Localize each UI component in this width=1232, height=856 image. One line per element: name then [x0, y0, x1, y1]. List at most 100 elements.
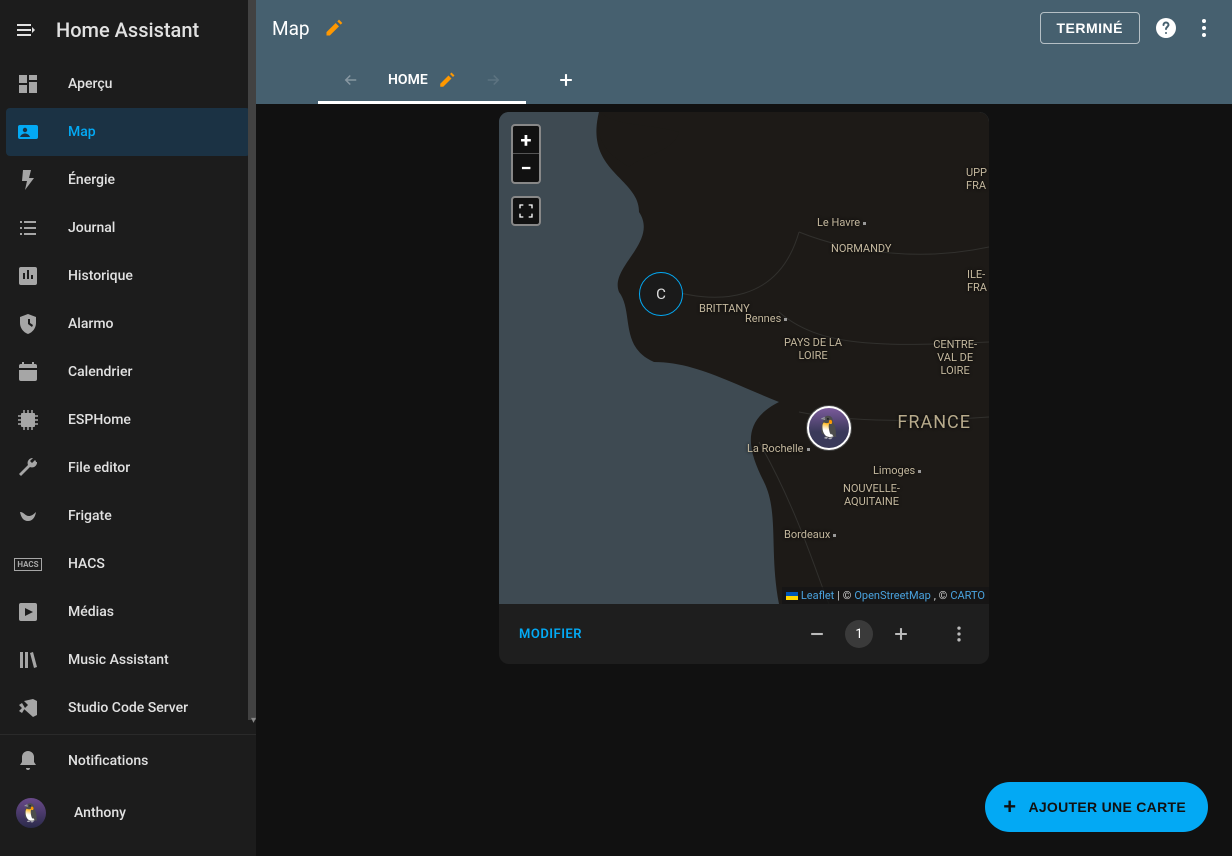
map-label: PAYS DE LA LOIRE — [784, 336, 842, 362]
sidebar-header: Home Assistant — [0, 0, 256, 60]
card-more-icon[interactable] — [949, 624, 969, 644]
map-label: FRANCE — [897, 412, 971, 433]
sidebar-item-label: Studio Code Server — [68, 700, 188, 716]
sidebar-item-label: Journal — [68, 220, 115, 236]
tab-home[interactable]: HOME — [378, 56, 466, 104]
sidebar-item-label: Map — [68, 124, 96, 140]
zoom-out-button[interactable]: − — [513, 154, 539, 182]
map-label: NORMANDY — [831, 242, 892, 255]
sidebar-item-studiocode[interactable]: Studio Code Server — [0, 684, 256, 732]
map-label: ILE- FRA — [967, 268, 987, 294]
bell-icon — [16, 749, 40, 773]
app-title: Home Assistant — [56, 18, 199, 42]
sidebar-item-label: File editor — [68, 460, 130, 476]
sidebar-footer: Notifications 🐧 Anthony — [0, 734, 256, 856]
map-city-label: Limoges — [873, 464, 921, 477]
chip-icon — [16, 408, 40, 432]
tab-label: HOME — [388, 72, 428, 88]
position-increment-button[interactable] — [891, 624, 911, 644]
osm-link[interactable]: OpenStreetMap — [854, 589, 930, 602]
library-icon — [16, 648, 40, 672]
main-panel: Map TERMINÉ HOME — [256, 0, 1232, 856]
sidebar-user-name: Anthony — [74, 805, 126, 821]
map-label: CENTRE- VAL DE LOIRE — [933, 338, 977, 377]
sidebar-item-label: Music Assistant — [68, 652, 169, 668]
sidebar-item-apercu[interactable]: Aperçu — [0, 60, 256, 108]
map-label: UPP FRA — [966, 166, 987, 192]
sidebar-item-notifications[interactable]: Notifications — [0, 735, 256, 787]
code-icon — [16, 696, 40, 720]
add-card-fab[interactable]: + AJOUTER UNE CARTE — [985, 782, 1208, 832]
position-decrement-button[interactable] — [807, 624, 827, 644]
sidebar-item-music[interactable]: Music Assistant — [0, 636, 256, 684]
plus-icon: + — [1003, 794, 1016, 820]
sidebar-item-user[interactable]: 🐧 Anthony — [0, 787, 256, 839]
map-canvas[interactable]: + − C 🐧 FRANCE BRITTANY NORMANDY PAYS DE… — [499, 112, 989, 604]
sidebar-item-fileeditor[interactable]: File editor — [0, 444, 256, 492]
sidebar-item-journal[interactable]: Journal — [0, 204, 256, 252]
map-attribution: Leaflet | © OpenStreetMap , © CARTO — [782, 587, 989, 604]
sidebar-item-label: ESPHome — [68, 412, 131, 428]
position-badge: 1 — [845, 620, 873, 648]
sidebar-item-energie[interactable]: Énergie — [0, 156, 256, 204]
map-account-icon — [16, 120, 40, 144]
content-area: + − C 🐧 FRANCE BRITTANY NORMANDY PAYS DE… — [256, 104, 1232, 856]
sidebar-item-label: Médias — [68, 604, 114, 620]
map-city-label: Le Havre — [817, 216, 866, 229]
sidebar-scrollbar[interactable] — [248, 0, 256, 734]
sidebar-item-label: Notifications — [68, 753, 148, 769]
tab-bar: HOME — [256, 56, 1232, 104]
tab-add-button[interactable] — [520, 56, 612, 104]
list-icon — [16, 216, 40, 240]
play-box-icon — [16, 600, 40, 624]
help-icon[interactable] — [1154, 16, 1178, 40]
dashboard-icon — [16, 72, 40, 96]
wrench-icon — [16, 456, 40, 480]
sidebar-item-alarmo[interactable]: Alarmo — [0, 300, 256, 348]
sidebar-item-medias[interactable]: Médias — [0, 588, 256, 636]
sidebar-item-label: Calendrier — [68, 364, 132, 380]
more-icon[interactable] — [1192, 16, 1216, 40]
fab-label: AJOUTER UNE CARTE — [1028, 799, 1186, 815]
map-card: + − C 🐧 FRANCE BRITTANY NORMANDY PAYS DE… — [499, 112, 989, 664]
sidebar: Home Assistant Aperçu Map Énergie Journa… — [0, 0, 256, 856]
leaflet-link[interactable]: Leaflet — [801, 589, 834, 602]
sidebar-item-calendrier[interactable]: Calendrier — [0, 348, 256, 396]
modify-button[interactable]: MODIFIER — [519, 627, 582, 642]
sidebar-item-frigate[interactable]: Frigate — [0, 492, 256, 540]
sidebar-item-map[interactable]: Map — [6, 108, 250, 156]
map-label: NOUVELLE- AQUITAINE — [843, 482, 900, 508]
sidebar-item-label: HACS — [68, 556, 105, 572]
tab-next-icon[interactable] — [466, 56, 520, 104]
shield-icon — [16, 312, 40, 336]
user-avatar: 🐧 — [16, 798, 46, 828]
map-marker-c[interactable]: C — [639, 272, 683, 316]
tab-prev-icon[interactable] — [324, 56, 378, 104]
calendar-icon — [16, 360, 40, 384]
map-city-label: Bordeaux — [784, 528, 836, 541]
pencil-icon[interactable] — [324, 18, 344, 38]
zoom-in-button[interactable]: + — [513, 126, 539, 154]
flash-icon — [16, 168, 40, 192]
menu-toggle-icon[interactable] — [14, 18, 38, 42]
zoom-controls: + − — [511, 124, 541, 184]
map-label: BRITTANY — [699, 302, 750, 315]
chart-icon — [16, 264, 40, 288]
pencil-icon[interactable] — [438, 71, 456, 89]
header: Map TERMINÉ — [256, 0, 1232, 56]
sidebar-item-esphome[interactable]: ESPHome — [0, 396, 256, 444]
fullscreen-button[interactable] — [511, 196, 541, 226]
sidebar-item-hacs[interactable]: HACS HACS — [0, 540, 256, 588]
page-title: Map — [272, 17, 310, 40]
sidebar-item-label: Frigate — [68, 508, 112, 524]
card-footer: MODIFIER 1 — [499, 604, 989, 664]
sidebar-item-label: Aperçu — [68, 76, 112, 92]
carto-link[interactable]: CARTO — [950, 589, 985, 602]
sidebar-item-label: Historique — [68, 268, 133, 284]
sidebar-item-historique[interactable]: Historique — [0, 252, 256, 300]
map-city-label: La Rochelle — [747, 442, 810, 455]
map-marker-user[interactable]: 🐧 — [807, 406, 851, 450]
done-button[interactable]: TERMINÉ — [1040, 12, 1141, 44]
ukraine-flag-icon — [786, 592, 798, 600]
map-city-label: Rennes — [745, 312, 787, 325]
